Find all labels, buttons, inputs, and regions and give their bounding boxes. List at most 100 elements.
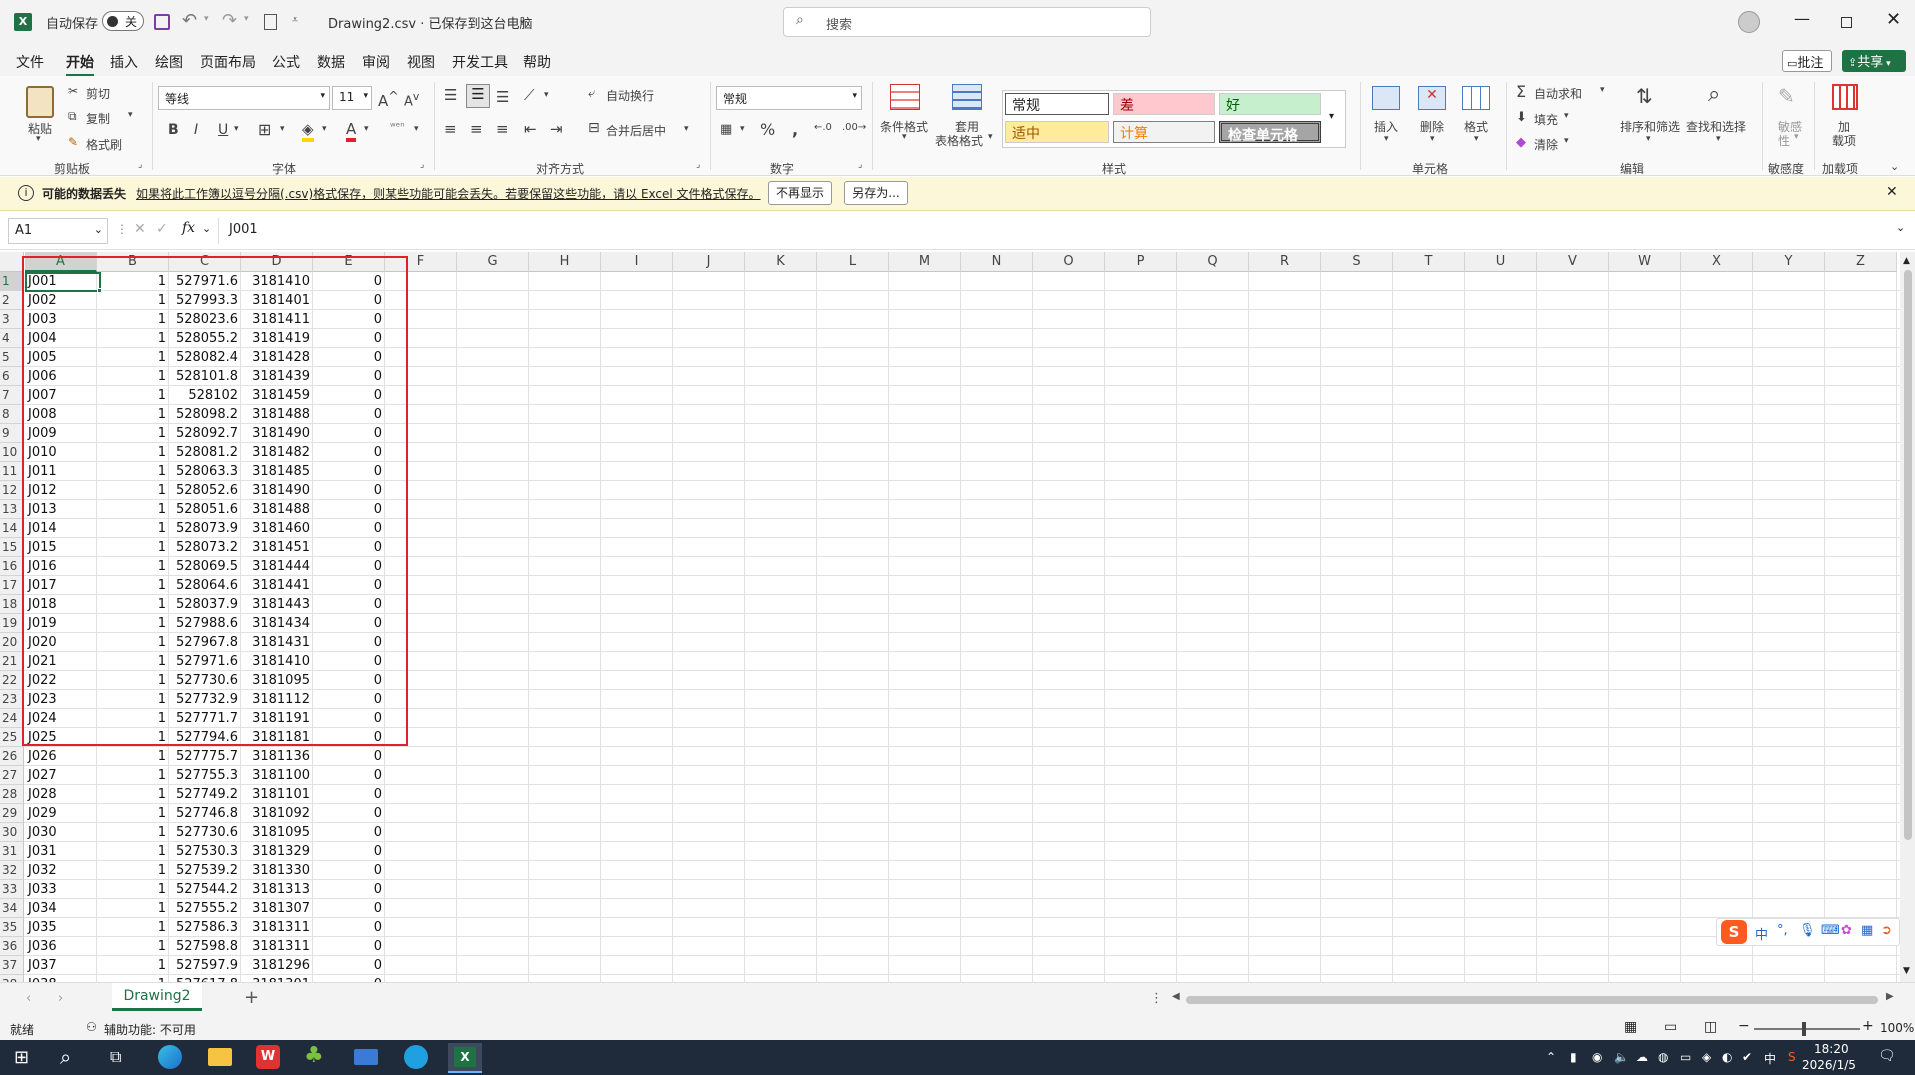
cell-e29[interactable]: 0 [313,804,385,823]
column-header-n[interactable]: N [961,252,1033,272]
alignment-launcher-icon[interactable]: ⌟ [696,160,700,170]
cell-d37[interactable]: 3181296 [241,956,313,975]
row-header[interactable]: 32 [0,861,24,880]
row-header[interactable]: 7 [0,386,24,405]
row-header[interactable]: 1 [0,272,24,291]
horizontal-scroll-thumb[interactable] [1186,996,1878,1004]
cell-d33[interactable]: 3181313 [241,880,313,899]
row-header[interactable]: 9 [0,424,24,443]
tab-help[interactable]: 帮助 [523,52,551,72]
column-header-j[interactable]: J [673,252,745,272]
cell-d31[interactable]: 3181329 [241,842,313,861]
column-header-h[interactable]: H [529,252,601,272]
sheet-tab-drawing2[interactable]: Drawing2 [112,983,202,1011]
delete-cells-icon[interactable]: ✕ [1418,86,1446,110]
row-header[interactable]: 25 [0,728,24,747]
zoom-level[interactable]: 100% [1880,1021,1914,1035]
comma-style-icon[interactable]: , [792,120,798,139]
column-header-u[interactable]: U [1465,252,1537,272]
row-header[interactable]: 6 [0,367,24,386]
copy-icon[interactable]: ⧉ [68,109,77,124]
cell-c33[interactable]: 527544.2 [169,880,241,899]
save-as-button[interactable]: 另存为... [844,181,908,205]
cell-d30[interactable]: 3181095 [241,823,313,842]
column-header-w[interactable]: W [1609,252,1681,272]
increase-indent-icon[interactable]: ⇥ [550,120,563,138]
cell-c36[interactable]: 527598.8 [169,937,241,956]
ime-keyboard-icon[interactable]: ⌨ [1821,923,1840,938]
edge-icon[interactable] [158,1045,182,1069]
ime-punct-icon[interactable]: °, [1777,923,1788,938]
next-sheet-icon[interactable]: › [58,991,63,1006]
decrease-indent-icon[interactable]: ⇤ [524,120,537,138]
row-header[interactable]: 37 [0,956,24,975]
style-normal[interactable]: 常规 [1005,93,1109,115]
row-header[interactable]: 33 [0,880,24,899]
paste-icon[interactable] [26,86,54,118]
row-header[interactable]: 30 [0,823,24,842]
cell-a26[interactable]: J026 [25,747,97,766]
notification-icon[interactable]: 🗨 [1878,1048,1896,1064]
cell-c29[interactable]: 527746.8 [169,804,241,823]
ime-mode[interactable]: 中 [1755,924,1768,943]
tab-review[interactable]: 审阅 [362,52,390,72]
zoom-out-icon[interactable]: − [1738,1018,1750,1034]
row-header[interactable]: 11 [0,462,24,481]
cell-b35[interactable]: 1 [97,918,169,937]
tray-app4-icon[interactable]: ◐ [1722,1050,1732,1064]
align-middle-icon[interactable]: ☰ [466,84,490,108]
cell-e28[interactable]: 0 [313,785,385,804]
number-launcher-icon[interactable]: ⌟ [858,160,862,170]
increase-font-icon[interactable]: A^ [378,88,399,110]
cell-d29[interactable]: 3181092 [241,804,313,823]
align-right-icon[interactable]: ≡ [496,120,509,138]
italic-icon[interactable]: I [194,122,198,138]
cut-icon[interactable]: ✂ [68,84,78,98]
row-header[interactable]: 19 [0,614,24,633]
wps-icon[interactable]: W [256,1045,280,1069]
cell-a32[interactable]: J032 [25,861,97,880]
cell-a30[interactable]: J030 [25,823,97,842]
close-icon[interactable]: ✕ [1886,9,1901,30]
clock-date[interactable]: 2026/1/5 [1802,1058,1856,1072]
format-cells-icon[interactable] [1462,86,1490,110]
cell-d32[interactable]: 3181330 [241,861,313,880]
insert-cells-icon[interactable] [1372,86,1400,110]
font-name-combo[interactable]: 等线 ▾ [158,86,330,110]
cell-b29[interactable]: 1 [97,804,169,823]
row-header[interactable]: 2 [0,291,24,310]
search-box[interactable]: ⌕ 搜索 [783,7,1151,37]
table-format-dropdown-icon[interactable]: ▾ [988,132,993,142]
style-calculation[interactable]: 计算 [1113,121,1215,143]
expand-formula-icon[interactable]: ⌄ [1896,221,1905,234]
sort-filter-label[interactable]: 排序和筛选 [1620,118,1680,135]
fill-icon[interactable]: ⬇ [1516,110,1527,125]
column-header-s[interactable]: S [1321,252,1393,272]
conditional-format-icon[interactable] [890,84,920,110]
cell-a38[interactable]: J038 [25,975,97,982]
zoom-slider-thumb[interactable] [1802,1022,1806,1036]
cell-a28[interactable]: J028 [25,785,97,804]
tray-network-icon[interactable]: ▭ [1680,1050,1691,1064]
cell-d28[interactable]: 3181101 [241,785,313,804]
browser-app-icon[interactable] [404,1045,428,1069]
clover-app-icon[interactable]: ♣ [304,1043,324,1068]
ime-apps-icon[interactable]: ▦ [1861,923,1873,938]
percent-icon[interactable]: % [760,120,775,139]
column-header-x[interactable]: X [1681,252,1753,272]
number-format-combo[interactable]: 常规 ▾ [716,86,862,110]
tray-app1-icon[interactable]: ◉ [1592,1050,1602,1064]
accounting-dropdown-icon[interactable]: ▾ [740,124,745,134]
cell-b31[interactable]: 1 [97,842,169,861]
name-box[interactable]: A1 ⌄ [8,218,108,244]
row-header[interactable]: 31 [0,842,24,861]
dont-show-again-button[interactable]: 不再显示 [768,181,832,205]
comments-button[interactable]: ▭批注 [1782,50,1832,72]
format-cells-label[interactable]: 格式 [1464,118,1488,135]
cell-d26[interactable]: 3181136 [241,747,313,766]
tab-insert[interactable]: 插入 [110,52,138,72]
tray-app3-icon[interactable]: ◍ [1658,1050,1668,1064]
paste-dropdown-icon[interactable]: ▾ [36,134,41,144]
fill-dropdown-icon[interactable]: ▾ [1564,111,1569,121]
monitor-app-icon[interactable] [354,1049,378,1065]
